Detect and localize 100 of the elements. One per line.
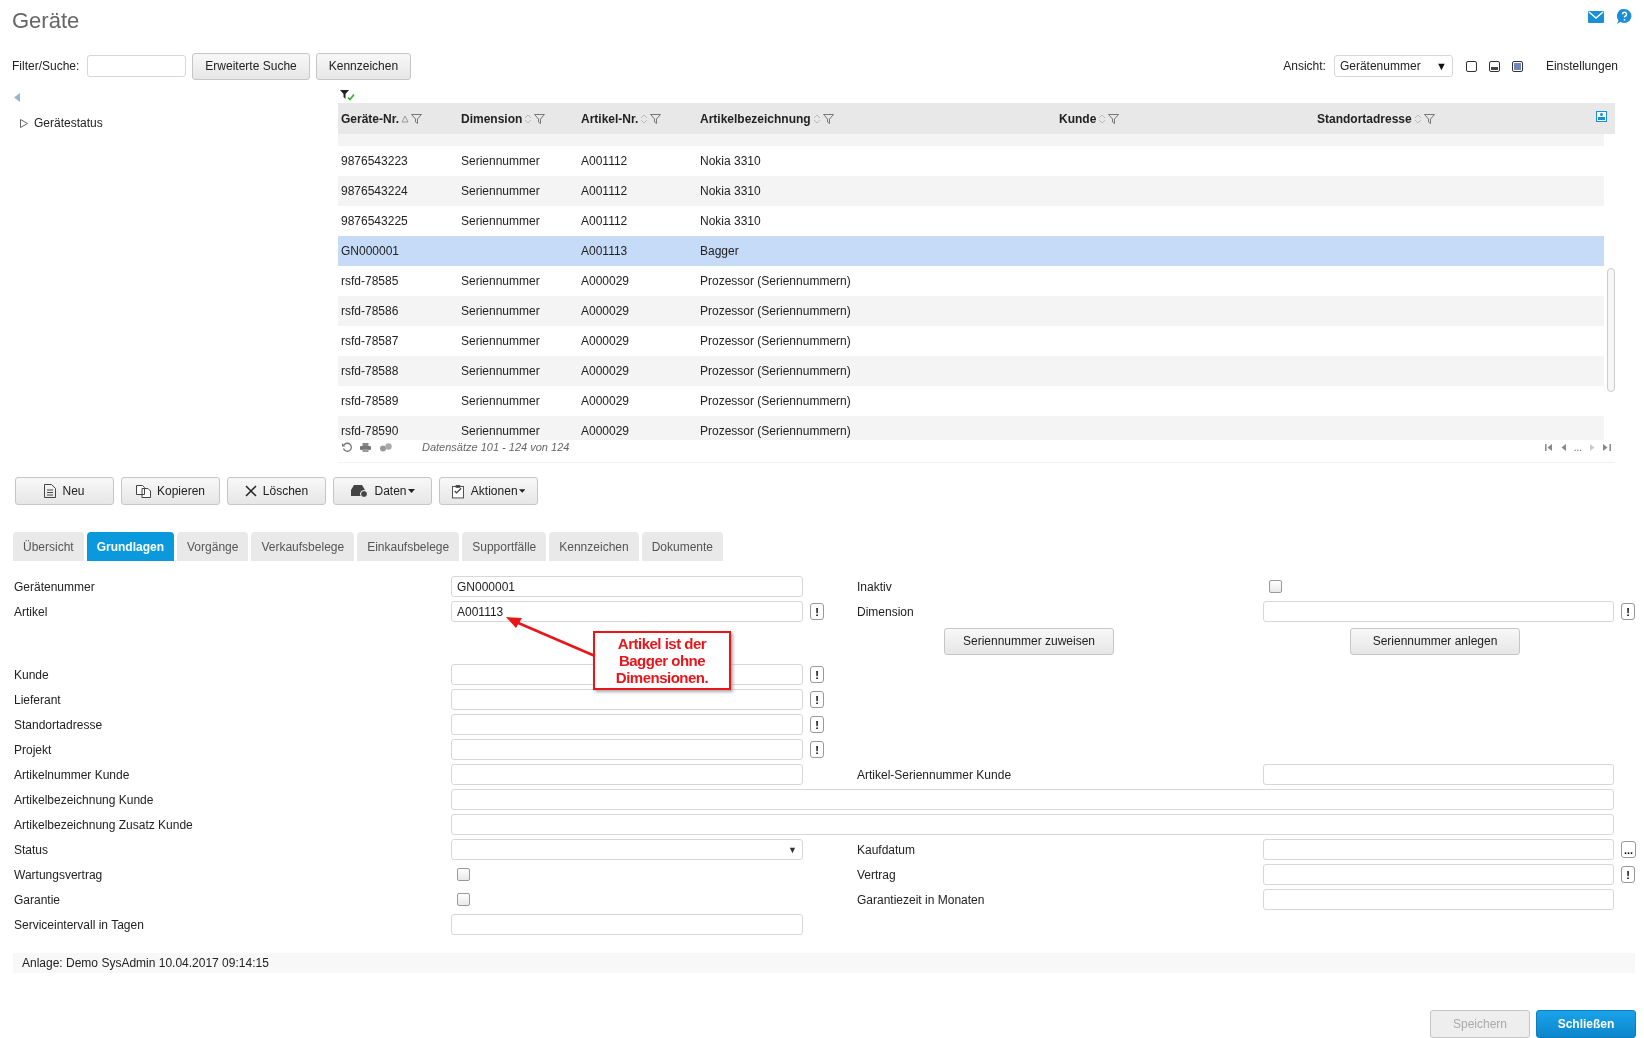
info-button[interactable]: ! [810, 691, 824, 708]
page-title: Geräte [12, 8, 81, 34]
field-label: Status [14, 842, 50, 857]
table-cell: Prozessor (Seriennummern) [700, 394, 851, 408]
table-row[interactable]: rsfd-78588 Seriennummer A000029 Prozessor (Seriennummern) [338, 356, 1604, 386]
info-button[interactable]: ! [1621, 603, 1635, 620]
table-cell: Bagger [700, 244, 739, 258]
table-cell: A001112 [581, 184, 628, 198]
input-field[interactable]: GN000001 [451, 576, 803, 597]
column-header[interactable]: Geräte-Nr. [338, 111, 458, 126]
action-button[interactable]: Aktionen [439, 477, 538, 505]
table-cell: Nokia 3310 [700, 184, 761, 198]
tab[interactable]: Verkaufsbelege [251, 532, 355, 561]
table-cell: Nokia 3310 [700, 154, 761, 168]
info-button[interactable]: ! [810, 716, 824, 733]
table-cell: rsfd-78589 [341, 394, 399, 408]
view-select[interactable]: Gerätenummer ▼ [1333, 55, 1453, 77]
field-label: Kunde [14, 667, 50, 682]
table-cell: 9876543223 [341, 154, 408, 168]
column-header[interactable]: Standortadresse [1317, 111, 1555, 126]
table-cell: rsfd-78586 [341, 304, 399, 318]
table-cell: 9876543224 [341, 184, 408, 198]
table-cell: Prozessor (Seriennummern) [700, 334, 851, 348]
table-cell: GN000001 [341, 244, 400, 258]
table-cell: Prozessor (Seriennummern) [700, 424, 851, 438]
action-button[interactable]: Kopieren [121, 477, 220, 505]
field-label: Projekt [14, 742, 53, 757]
field-label: Artikelbezeichnung Kunde [14, 792, 155, 807]
table-cell: rsfd-78590 [341, 424, 399, 438]
field-label: Artikelnummer Kunde [14, 767, 131, 782]
column-header[interactable]: Dimension [458, 111, 578, 126]
info-button[interactable]: ! [810, 603, 824, 620]
table-cell: A000029 [581, 274, 630, 288]
field-label: Garantiezeit in Monaten [857, 892, 986, 907]
table-cell: Seriennummer [461, 214, 540, 228]
table-cell: A000029 [581, 394, 630, 408]
serial-number-button[interactable]: Seriennummer zuweisen [944, 627, 1114, 655]
action-button[interactable]: Daten [333, 477, 432, 505]
info-button[interactable]: ! [810, 741, 824, 758]
input-field[interactable]: A001113 [451, 601, 803, 622]
table-cell: Seriennummer [461, 274, 540, 288]
more-button[interactable]: ... [1621, 841, 1637, 858]
tab[interactable]: Kennzeichen [549, 532, 639, 561]
tab[interactable]: Übersicht [13, 532, 84, 561]
info-button[interactable]: ! [1621, 866, 1635, 883]
toolbar-button[interactable]: Erweiterte Suche [192, 52, 310, 80]
table-cell: A000029 [581, 424, 630, 438]
info-button[interactable]: ! [810, 666, 824, 683]
field-label: Serviceintervall in Tagen [14, 917, 145, 932]
table-cell: Seriennummer [461, 334, 540, 348]
page-ellipsis: ... [1573, 441, 1582, 453]
field-label: Artikel [14, 604, 49, 619]
view-label: Ansicht: [1283, 59, 1326, 73]
table-cell: rsfd-78588 [341, 364, 399, 378]
field-label: Kaufdatum [857, 842, 917, 857]
field-label: Inaktiv [857, 579, 893, 594]
table-cell: A000029 [581, 364, 630, 378]
created-info: Anlage: Demo SysAdmin 10.04.2017 09:14:15 [22, 956, 269, 970]
field-label: Dimension [857, 604, 915, 619]
table-cell: rsfd-78587 [341, 334, 399, 348]
action-button[interactable]: Löschen [227, 477, 326, 505]
toolbar-button[interactable]: Kennzeichen [315, 52, 412, 80]
column-header[interactable]: Kunde [1059, 111, 1317, 126]
select-field[interactable]: ▼ [451, 839, 803, 860]
table-row[interactable]: rsfd-78590 Seriennummer A000029 Prozessor (Seriennummern) [338, 416, 1604, 440]
table-cell: 9876543225 [341, 214, 408, 228]
table-cell: A000029 [581, 304, 630, 318]
tab[interactable]: Dokumente [641, 532, 724, 561]
table-cell: Seriennummer [461, 394, 540, 408]
column-header[interactable]: Artikelbezeichnung [697, 111, 1059, 126]
record-count: Datensätze 101 - 124 von 124 [422, 441, 570, 453]
table-cell: Seriennummer [461, 424, 540, 438]
tab[interactable]: Vorgänge [177, 532, 249, 561]
table-cell: Prozessor (Seriennummern) [700, 364, 851, 378]
table-cell: Prozessor (Seriennummern) [700, 304, 851, 318]
field-label: Wartungsvertrag [14, 867, 104, 882]
column-header[interactable]: Artikel-Nr. [578, 111, 697, 126]
field-label: Standortadresse [14, 717, 104, 732]
settings-link[interactable]: Einstellungen [1545, 59, 1618, 73]
table-row[interactable]: rsfd-78586 Seriennummer A000029 Prozessor (Seriennummern) [338, 296, 1604, 326]
serial-number-button[interactable]: Seriennummer anlegen [1350, 627, 1520, 655]
action-button[interactable]: Neu [15, 477, 114, 505]
field-label: Vertrag [857, 867, 897, 882]
table-row[interactable]: 9876543224 Seriennummer A001112 Nokia 3310 [338, 176, 1604, 206]
tree-item[interactable]: Gerätestatus [20, 116, 338, 130]
field-label: Artikel-Seriennummer Kunde [857, 767, 1013, 782]
table-cell: Seriennummer [461, 304, 540, 318]
tab[interactable]: Einkaufsbelege [357, 532, 460, 561]
table-cell: A001112 [581, 214, 628, 228]
table-row[interactable]: GN000001 A001113 Bagger [338, 236, 1604, 266]
tab[interactable]: Supportfälle [462, 532, 547, 561]
table-cell: A000029 [581, 334, 630, 348]
field-label: Artikelbezeichnung Zusatz Kunde [14, 817, 194, 832]
field-label: Lieferant [14, 692, 62, 707]
table-cell: Seriennummer [461, 184, 540, 198]
annotation-callout: Artikel ist der Bagger ohne Dimensionen. [593, 631, 731, 690]
table-cell: Nokia 3310 [700, 214, 761, 228]
filter-label: Filter/Suche: [12, 59, 80, 73]
field-label: Gerätenummer [14, 579, 96, 594]
table-cell: Seriennummer [461, 154, 540, 168]
